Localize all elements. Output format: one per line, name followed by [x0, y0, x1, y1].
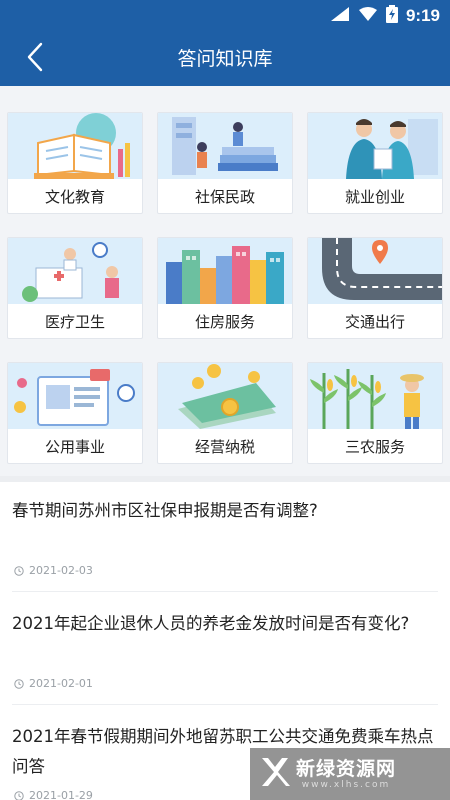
category-card-employment[interactable]: 就业创业: [307, 112, 443, 214]
category-label: 公用事业: [44, 438, 105, 456]
category-card-housing[interactable]: 住房服务: [157, 237, 293, 339]
agriculture-illustration: [308, 363, 442, 429]
employment-illustration: [308, 113, 442, 179]
category-card-transport[interactable]: 交通出行: [307, 237, 443, 339]
category-card-culture-education[interactable]: 文化教育: [7, 112, 143, 214]
category-grid: 文化教育 社保民政 就业创业 医疗卫生 住房服务 交通出行 公用事业 经营纳税 …: [0, 86, 450, 476]
category-card-social-security[interactable]: 社保民政: [157, 112, 293, 214]
clock-icon: [14, 678, 24, 689]
category-label: 社保民政: [194, 188, 255, 206]
status-bar: 9:19: [0, 0, 450, 32]
article-item[interactable]: 春节期间苏州市区社保申报期是否有调整? 2021-02-03: [0, 482, 450, 592]
public-utilities-illustration: [8, 363, 142, 429]
business-tax-illustration: [158, 363, 292, 429]
category-card-public-utilities[interactable]: 公用事业: [7, 362, 143, 464]
app-header: 答问知识库: [0, 32, 450, 86]
wifi-icon: [358, 6, 378, 26]
article-title: 春节期间苏州市区社保申报期是否有调整?: [12, 501, 318, 520]
page-title: 答问知识库: [177, 48, 273, 70]
watermark-text: 新绿资源网: [296, 758, 397, 780]
article-meta: 2021-02-03: [14, 564, 93, 577]
signal-icon: [330, 6, 350, 26]
books-illustration: [8, 113, 142, 179]
article-title: 2021年起企业退休人员的养老金发放时间是否有变化?: [12, 614, 410, 633]
category-label: 住房服务: [194, 313, 255, 331]
article-date: 2021-02-03: [29, 564, 93, 577]
category-card-medical[interactable]: 医疗卫生: [7, 237, 143, 339]
social-security-illustration: [158, 113, 292, 179]
status-icons: 9:19: [330, 5, 440, 27]
article-meta: 2021-02-01: [14, 677, 93, 690]
watermark-logo-icon: [260, 756, 290, 792]
category-card-business-tax[interactable]: 经营纳税: [157, 362, 293, 464]
housing-illustration: [158, 238, 292, 304]
watermark-url: www.xlhs.com: [301, 780, 391, 790]
watermark: 新绿资源网 www.xlhs.com: [250, 748, 450, 800]
back-button[interactable]: [18, 42, 52, 76]
clock-icon: [14, 790, 24, 800]
article-meta: 2021-01-29: [14, 789, 93, 800]
category-label: 医疗卫生: [44, 313, 105, 331]
category-label: 文化教育: [44, 188, 105, 206]
category-label: 三农服务: [344, 438, 405, 456]
status-time: 9:19: [405, 6, 440, 25]
category-label: 经营纳税: [194, 438, 255, 456]
article-date: 2021-01-29: [29, 789, 93, 800]
clock-icon: [14, 565, 24, 576]
category-label: 就业创业: [344, 188, 405, 206]
category-label: 交通出行: [344, 313, 405, 331]
article-date: 2021-02-01: [29, 677, 93, 690]
category-card-agriculture[interactable]: 三农服务: [307, 362, 443, 464]
article-item[interactable]: 2021年起企业退休人员的养老金发放时间是否有变化? 2021-02-01: [0, 592, 450, 705]
chevron-left-icon: [25, 42, 45, 76]
battery-icon: [385, 5, 398, 27]
road-illustration: [308, 238, 442, 304]
medical-illustration: [8, 238, 142, 304]
